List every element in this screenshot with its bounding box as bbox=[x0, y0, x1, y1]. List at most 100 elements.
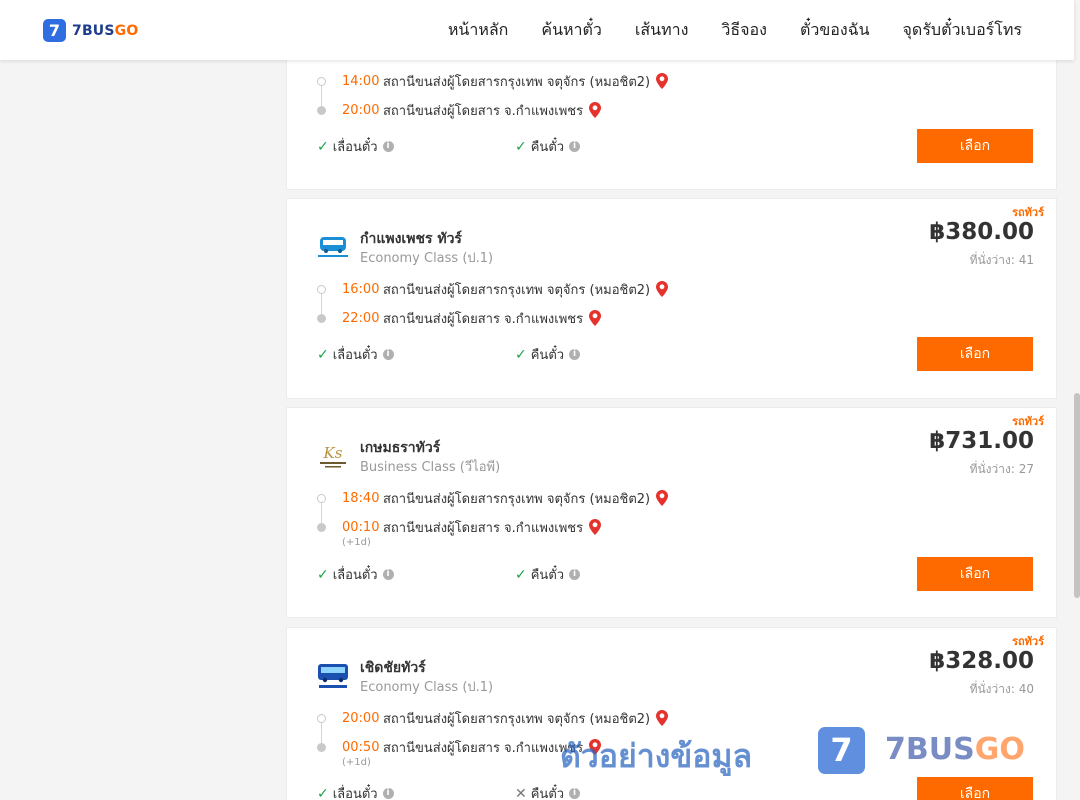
nav-home[interactable]: หน้าหลัก bbox=[448, 18, 509, 43]
trip-card: รถทัวร์ กำแพงเพชร ทัวร์ Economy Class (ป… bbox=[286, 198, 1057, 399]
ticket-price: ฿380.00 bbox=[929, 219, 1034, 245]
departure-station: สถานีขนส่งผู้โดยสารกรุงเทพ จตุจักร (หมอช… bbox=[383, 282, 651, 298]
main-nav: หน้าหลัก ค้นหาตั๋ว เส้นทาง วิธีจอง ตั๋วข… bbox=[415, 0, 1022, 60]
nav-my-tickets[interactable]: ตั๋วของฉัน bbox=[800, 18, 870, 43]
arrival-station: สถานีขนส่งผู้โดยสาร จ.กำแพงเพชร bbox=[383, 311, 584, 327]
departure-dot-icon bbox=[317, 284, 326, 294]
info-icon[interactable]: i bbox=[569, 569, 581, 580]
departure-time: 14:00 bbox=[342, 73, 380, 89]
departure-dot-icon bbox=[317, 713, 326, 723]
check-icon: ✓ bbox=[317, 138, 329, 155]
seats-available: ที่นั่งว่าง: 41 bbox=[969, 253, 1034, 267]
scrollbar-thumb[interactable] bbox=[1074, 393, 1080, 598]
arrival-station: สถานีขนส่งผู้โดยสาร จ.กำแพงเพชร bbox=[383, 103, 584, 119]
ticket-price: ฿731.00 bbox=[929, 428, 1034, 454]
seats-available: ที่นั่งว่าง: 40 bbox=[969, 682, 1034, 696]
map-pin-icon[interactable] bbox=[656, 710, 669, 726]
nav-search-ticket[interactable]: ค้นหาตั๋ว bbox=[541, 18, 602, 43]
arrival-row: 22:00 สถานีขนส่งผู้โดยสาร จ.กำแพงเพชร bbox=[317, 308, 602, 328]
refund-feature: ✓ คืนตั๋ว i bbox=[515, 136, 581, 157]
reschedule-feature: ✓ เลื่อนตั๋ว i bbox=[317, 344, 394, 365]
nav-how-to-book[interactable]: วิธีจอง bbox=[721, 18, 767, 43]
arrival-dot-icon bbox=[317, 105, 326, 115]
info-icon[interactable]: i bbox=[569, 141, 581, 152]
bus-class: Economy Class (ป.1) bbox=[360, 251, 494, 266]
arrival-time: 00:50 bbox=[342, 739, 380, 755]
arrival-row: 00:10 สถานีขนส่งผู้โดยสาร จ.กำแพงเพชร bbox=[317, 517, 602, 537]
check-icon: ✓ bbox=[515, 346, 527, 363]
check-icon: ✓ bbox=[515, 138, 527, 155]
info-icon[interactable]: i bbox=[569, 349, 581, 360]
select-button[interactable]: เลือก bbox=[917, 129, 1033, 163]
operator-logo-icon bbox=[318, 237, 348, 257]
info-icon[interactable]: i bbox=[382, 141, 394, 152]
nav-routes[interactable]: เส้นทาง bbox=[635, 18, 689, 43]
departure-row: 20:00 สถานีขนส่งผู้โดยสารกรุงเทพ จตุจักร… bbox=[317, 708, 669, 728]
check-icon: ✓ bbox=[317, 785, 329, 800]
reschedule-feature: ✓ เลื่อนตั๋ว i bbox=[317, 136, 394, 157]
arrival-station: สถานีขนส่งผู้โดยสาร จ.กำแพงเพชร bbox=[383, 520, 584, 536]
ticket-price: ฿328.00 bbox=[929, 648, 1034, 674]
arrival-time: 00:10 bbox=[342, 519, 380, 535]
select-button[interactable]: เลือก bbox=[917, 777, 1033, 800]
cross-icon: ✕ bbox=[515, 785, 527, 800]
logo-mark-icon: 7 bbox=[43, 19, 66, 42]
map-pin-icon[interactable] bbox=[589, 102, 602, 118]
arrival-dot-icon bbox=[317, 522, 326, 532]
departure-row: 14:00 สถานีขนส่งผู้โดยสารกรุงเทพ จตุจักร… bbox=[317, 71, 669, 91]
bus-class: Economy Class (ป.1) bbox=[360, 680, 494, 695]
arrival-dot-icon bbox=[317, 742, 326, 752]
nav-ticket-pickup-phone[interactable]: จุดรับตั๋วเบอร์โทร bbox=[903, 18, 1022, 43]
refund-feature: ✓ คืนตั๋ว i bbox=[515, 564, 581, 585]
map-pin-icon[interactable] bbox=[589, 519, 602, 535]
bus-class: Business Class (วีไอพี) bbox=[360, 460, 501, 475]
logo-text-blue: 7BUS bbox=[72, 22, 115, 39]
select-button[interactable]: เลือก bbox=[917, 337, 1033, 371]
info-icon[interactable]: i bbox=[569, 788, 581, 799]
map-pin-icon[interactable] bbox=[656, 281, 669, 297]
refund-feature: ✓ คืนตั๋ว i bbox=[515, 344, 581, 365]
arrival-row: 00:50 สถานีขนส่งผู้โดยสาร จ.กำแพงเพชร bbox=[317, 737, 602, 757]
departure-dot-icon bbox=[317, 76, 326, 86]
check-icon: ✓ bbox=[317, 346, 329, 363]
select-button[interactable]: เลือก bbox=[917, 557, 1033, 591]
arrival-time: 22:00 bbox=[342, 310, 380, 326]
arrival-time: 20:00 bbox=[342, 102, 380, 118]
check-icon: ✓ bbox=[515, 566, 527, 583]
reschedule-feature: ✓ เลื่อนตั๋ว i bbox=[317, 783, 394, 800]
trip-card: รถทัวร์ Ks เกษมธราทัวร์ Business Class (… bbox=[286, 407, 1057, 618]
reschedule-feature: ✓ เลื่อนตั๋ว i bbox=[317, 564, 394, 585]
info-icon[interactable]: i bbox=[382, 569, 394, 580]
departure-station: สถานีขนส่งผู้โดยสารกรุงเทพ จตุจักร (หมอช… bbox=[383, 491, 651, 507]
departure-dot-icon bbox=[317, 493, 326, 503]
operator-logo-icon bbox=[318, 664, 348, 688]
departure-time: 20:00 bbox=[342, 710, 380, 726]
departure-station: สถานีขนส่งผู้โดยสารกรุงเทพ จตุจักร (หมอช… bbox=[383, 711, 651, 727]
map-pin-icon[interactable] bbox=[589, 310, 602, 326]
departure-time: 18:40 bbox=[342, 490, 380, 506]
arrival-row: 20:00 สถานีขนส่งผู้โดยสาร จ.กำแพงเพชร bbox=[317, 100, 602, 120]
departure-row: 16:00 สถานีขนส่งผู้โดยสารกรุงเทพ จตุจักร… bbox=[317, 279, 669, 299]
seats-available: ที่นั่งว่าง: 27 bbox=[969, 462, 1034, 476]
info-icon[interactable]: i bbox=[382, 349, 394, 360]
info-icon[interactable]: i bbox=[382, 788, 394, 799]
departure-row: 18:40 สถานีขนส่งผู้โดยสารกรุงเทพ จตุจักร… bbox=[317, 488, 669, 508]
top-navbar: 7 7BUSGO หน้าหลัก ค้นหาตั๋ว เส้นทาง วิธี… bbox=[0, 0, 1074, 60]
operator-logo-icon: Ks bbox=[320, 444, 346, 468]
check-icon: ✓ bbox=[317, 566, 329, 583]
arrival-dot-icon bbox=[317, 313, 326, 323]
departure-time: 16:00 bbox=[342, 281, 380, 297]
logo-text-orange: GO bbox=[114, 22, 139, 39]
trip-card: 14:00 สถานีขนส่งผู้โดยสารกรุงเทพ จตุจักร… bbox=[286, 40, 1057, 190]
arrival-station: สถานีขนส่งผู้โดยสาร จ.กำแพงเพชร bbox=[383, 740, 584, 756]
refund-feature: ✕ คืนตั๋ว i bbox=[515, 783, 581, 800]
map-pin-icon[interactable] bbox=[656, 490, 669, 506]
next-day-note: (+1d) bbox=[342, 537, 371, 548]
site-logo[interactable]: 7 7BUSGO bbox=[43, 19, 138, 42]
map-pin-icon[interactable] bbox=[656, 73, 669, 89]
departure-station: สถานีขนส่งผู้โดยสารกรุงเทพ จตุจักร (หมอช… bbox=[383, 74, 651, 90]
map-pin-icon[interactable] bbox=[589, 739, 602, 755]
trip-card: รถทัวร์ เชิดชัยทัวร์ Economy Class (ป.1)… bbox=[286, 627, 1057, 800]
next-day-note: (+1d) bbox=[342, 757, 371, 768]
svg-text:Ks: Ks bbox=[323, 444, 343, 462]
